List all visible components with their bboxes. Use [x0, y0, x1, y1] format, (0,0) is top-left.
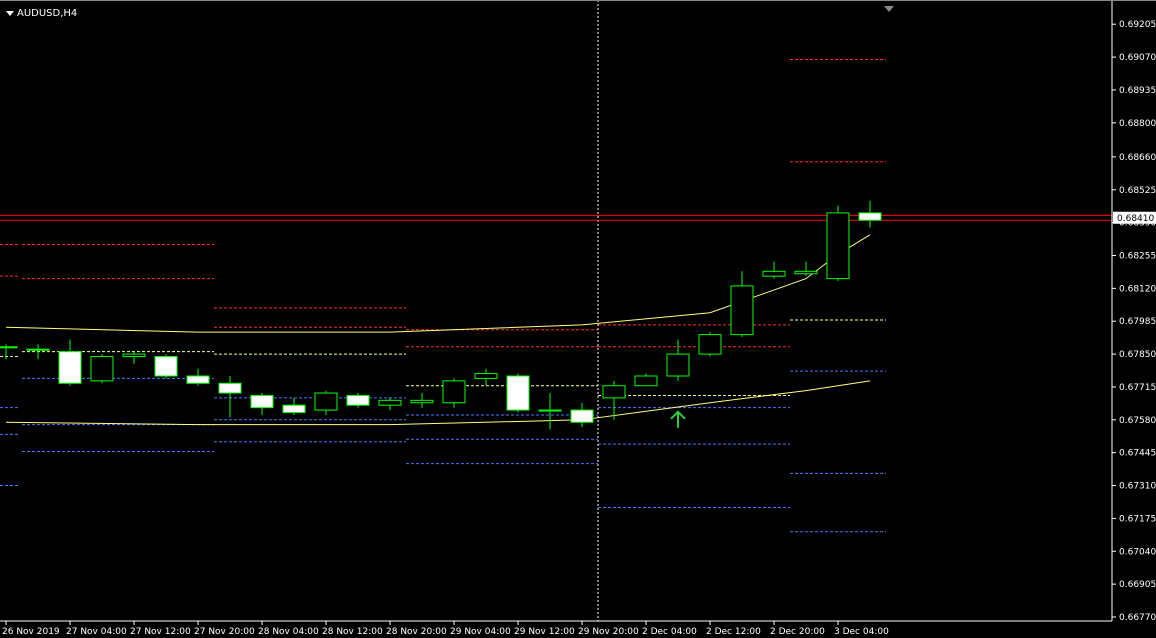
shift-marker-icon [884, 6, 894, 12]
candle-body [346, 394, 370, 406]
y-tick-label: 0.67445 [1119, 449, 1156, 459]
y-tick-label: 0.67715 [1119, 383, 1156, 393]
candle-body [26, 348, 50, 351]
x-tick-label: 2 Dec 12:00 [706, 627, 761, 637]
candle-body [698, 334, 722, 355]
candle-body [602, 385, 626, 399]
candle-body [58, 351, 82, 384]
candle-body [506, 375, 530, 411]
y-tick-label: 0.67040 [1119, 547, 1156, 557]
candle-body [314, 392, 338, 411]
axes: 0.69205 0.69070 0.68935 0.68800 0.68660 0.685… [0, 0, 1156, 637]
candle-body [90, 356, 114, 382]
candle-body [570, 409, 594, 423]
candle-body [442, 380, 466, 404]
candle-body [474, 373, 498, 379]
candle-body [634, 375, 658, 387]
y-tick-label: 0.66770 [1119, 613, 1156, 623]
candle-body [794, 270, 818, 275]
candle-body [282, 404, 306, 414]
price-lines [0, 214, 1112, 221]
current-price-text: 0.68410 [1117, 214, 1154, 224]
candle-body [250, 394, 274, 409]
candle-body [730, 285, 754, 336]
x-tick-label: 28 Nov 20:00 [386, 627, 447, 637]
y-tick-label: 0.67310 [1119, 482, 1156, 492]
x-tick-label: 29 Nov 04:00 [450, 627, 511, 637]
x-tick-label: 2 Dec 20:00 [770, 627, 825, 637]
y-tick-label: 0.68255 [1119, 251, 1156, 261]
candle-body [410, 399, 434, 404]
mt4-chart-window: AUDUSD,H4 0.69205 0.69070 0.68935 0.68800 0.… [0, 0, 1156, 638]
ma-slow-line [5, 380, 871, 426]
y-tick-label: 0.69205 [1119, 20, 1156, 30]
y-tick-label: 0.68660 [1119, 153, 1156, 163]
y-tick-label: 0.67580 [1119, 416, 1156, 426]
candle-body [186, 375, 210, 384]
x-tick-label: 28 Nov 04:00 [258, 627, 319, 637]
candle-body [858, 212, 882, 221]
y-tick-label: 0.68120 [1119, 284, 1156, 294]
x-tick-label: 2 Dec 04:00 [642, 627, 697, 637]
candle-body [378, 399, 402, 406]
y-tick-label: 0.68525 [1119, 186, 1156, 196]
candle-body [538, 409, 562, 412]
x-tick-label: 28 Nov 12:00 [322, 627, 383, 637]
candle-body [218, 382, 242, 394]
candle-body [122, 353, 146, 358]
y-tick-label: 0.67985 [1119, 317, 1156, 327]
candle-body [0, 346, 18, 349]
candle-body [666, 353, 690, 377]
x-tick-label: 29 Nov 12:00 [514, 627, 575, 637]
x-tick-label: 27 Nov 04:00 [66, 627, 127, 637]
y-tick-label: 0.69070 [1119, 53, 1156, 63]
y-tick-label: 0.66905 [1119, 580, 1156, 590]
x-tick-label: 27 Nov 20:00 [194, 627, 255, 637]
x-tick-label: 26 Nov 2019 [2, 627, 60, 637]
candle-body [154, 356, 178, 377]
price-chart[interactable]: 0.69205 0.69070 0.68935 0.68800 0.68660 0.685… [0, 0, 1156, 638]
candle-body [762, 270, 786, 277]
x-tick-label: 3 Dec 04:00 [834, 627, 889, 637]
y-tick-label: 0.67850 [1119, 350, 1156, 360]
buy-signal-arrow-icon [670, 410, 686, 428]
y-tick-label: 0.67175 [1119, 514, 1156, 524]
candle-body [826, 212, 850, 280]
x-tick-label: 27 Nov 12:00 [130, 627, 191, 637]
y-tick-label: 0.68935 [1119, 86, 1156, 96]
x-tick-label: 29 Nov 20:00 [578, 627, 639, 637]
y-tick-label: 0.68800 [1119, 119, 1156, 129]
